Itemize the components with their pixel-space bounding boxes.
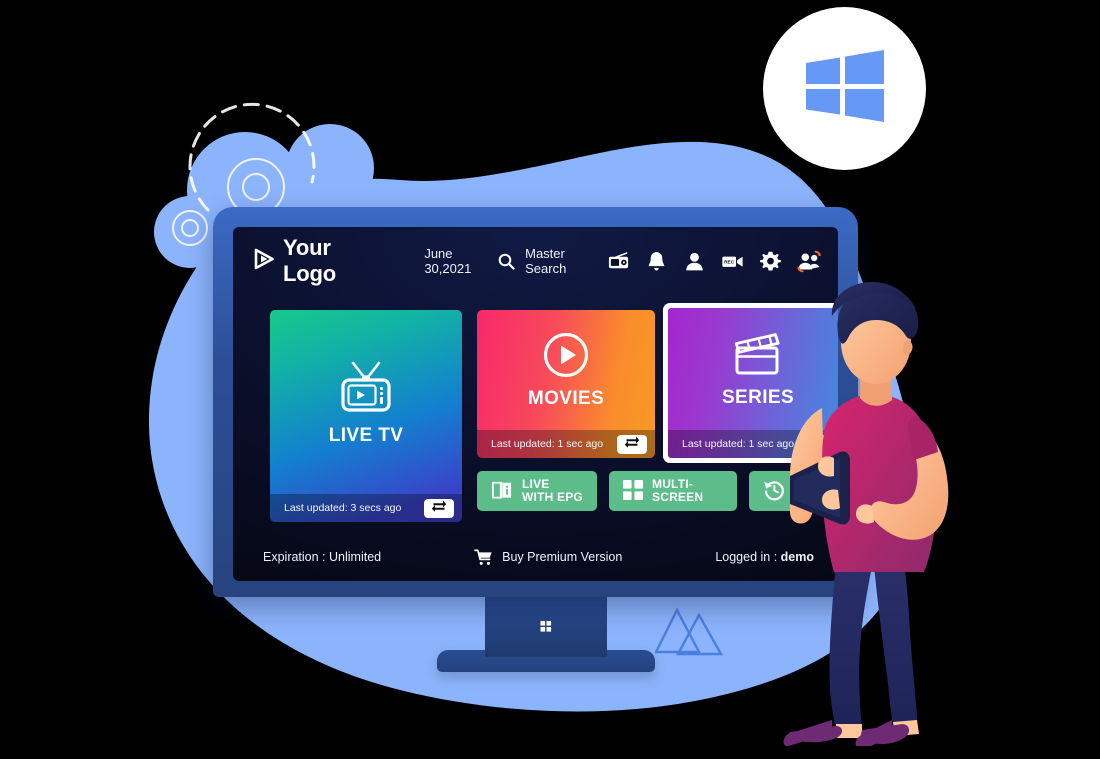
search-icon[interactable] xyxy=(498,253,515,270)
button-live-with-epg-label: LIVE WITH EPG xyxy=(522,477,583,504)
button-multi-screen-label: MULTI-SCREEN xyxy=(652,477,704,504)
tv-icon xyxy=(335,358,397,421)
app-footer: Expiration : Unlimited Buy Premium Versi… xyxy=(233,543,838,571)
play-circle-icon xyxy=(542,331,590,384)
card-live-tv-footer: Last updated: 3 secs ago xyxy=(270,494,462,522)
grid-four-icon xyxy=(623,479,643,503)
current-date: June 30,2021 xyxy=(424,246,472,276)
master-search-label[interactable]: Master Search xyxy=(525,246,585,276)
radio-icon[interactable] xyxy=(607,250,630,273)
buy-premium-label: Buy Premium Version xyxy=(502,550,623,564)
card-live-tv-refresh-button[interactable] xyxy=(424,498,454,518)
book-info-icon xyxy=(491,480,513,503)
user-icon[interactable] xyxy=(683,250,706,273)
monitor-bezel: Your Logo June 30,2021 Master Search REC… xyxy=(213,207,858,597)
app-screen: Your Logo June 30,2021 Master Search REC… xyxy=(233,227,838,581)
brand-name: Your Logo xyxy=(283,235,336,286)
monitor-stand-neck xyxy=(485,597,607,657)
header-center-group: June 30,2021 Master Search xyxy=(424,246,585,276)
refresh-loop-icon xyxy=(431,499,447,517)
card-movies-footer: Last updated: 1 sec ago xyxy=(477,430,655,458)
card-live-tv[interactable]: LIVE TV Last updated: 3 secs ago xyxy=(270,310,462,522)
brand-logo[interactable]: Your Logo xyxy=(253,235,358,287)
cart-icon xyxy=(474,548,493,566)
gear-icon[interactable] xyxy=(759,250,782,273)
bell-icon[interactable] xyxy=(645,250,668,273)
windows-grid-dot-icon xyxy=(540,619,552,632)
card-movies-updated: Last updated: 1 sec ago xyxy=(491,438,604,450)
person-illustration xyxy=(774,276,974,748)
header-icon-bar: REC xyxy=(607,250,821,273)
svg-text:REC: REC xyxy=(724,259,735,265)
switch-user-icon[interactable] xyxy=(797,250,821,273)
rec-camera-icon[interactable]: REC xyxy=(721,250,744,273)
app-header: Your Logo June 30,2021 Master Search REC xyxy=(233,227,838,295)
refresh-loop-icon xyxy=(624,435,640,453)
button-live-with-epg[interactable]: LIVE WITH EPG xyxy=(477,471,597,511)
card-movies[interactable]: MOVIES Last updated: 1 sec ago xyxy=(477,310,655,458)
card-live-tv-body: LIVE TV xyxy=(270,310,462,494)
windows-logo-icon xyxy=(804,47,886,130)
play-triangle-icon xyxy=(253,248,275,275)
illustration-canvas: Your Logo June 30,2021 Master Search REC… xyxy=(0,0,1100,759)
card-movies-body: MOVIES xyxy=(477,310,655,430)
buy-premium-button[interactable]: Buy Premium Version xyxy=(381,548,715,566)
expiration-status: Expiration : Unlimited xyxy=(263,550,382,564)
logged-in-label: Logged in : xyxy=(715,550,781,564)
card-movies-title: MOVIES xyxy=(527,387,605,409)
card-live-tv-updated: Last updated: 3 secs ago xyxy=(284,502,402,514)
card-movies-refresh-button[interactable] xyxy=(617,434,647,454)
card-live-tv-title: LIVE TV xyxy=(328,424,404,446)
button-multi-screen[interactable]: MULTI-SCREEN xyxy=(609,471,737,511)
windows-platform-badge xyxy=(763,7,926,170)
